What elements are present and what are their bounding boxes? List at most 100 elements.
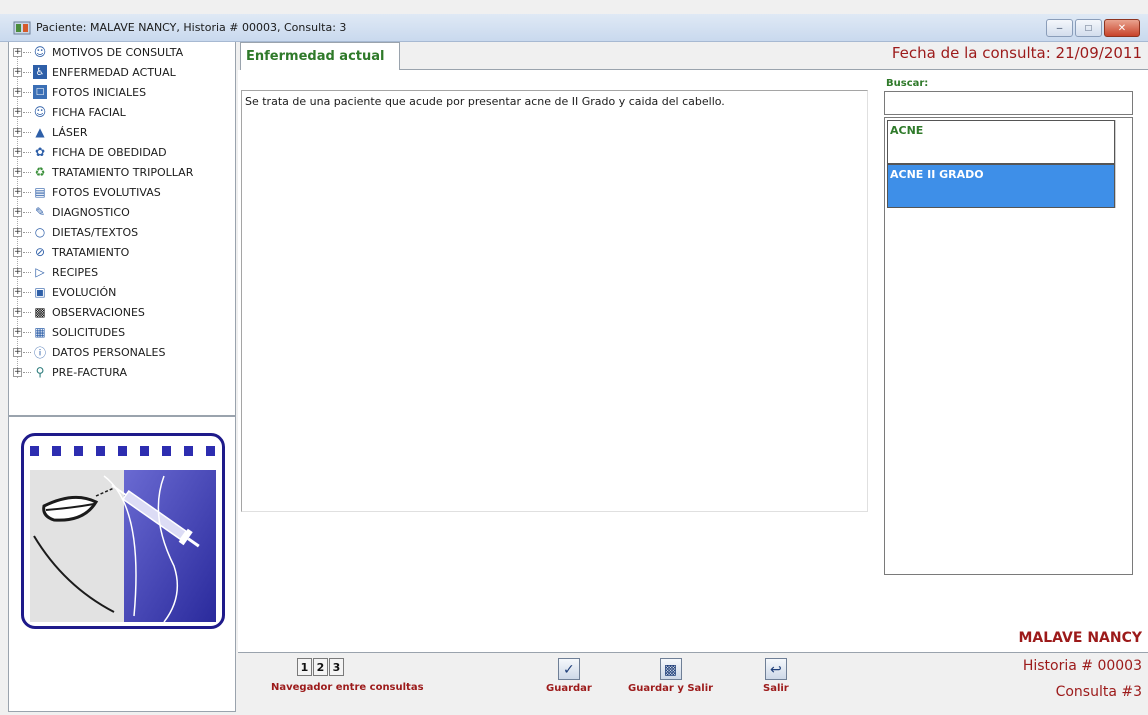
apple-icon: ○ [34,225,46,239]
tree-item-laser[interactable]: + ▲ LÁSER [13,122,87,142]
laser-icon: ▲ [35,125,45,139]
list-item[interactable]: ACNE [887,120,1115,164]
chart-icon: ▣ [34,285,46,299]
tree-item-recipes[interactable]: + ▷ RECIPES [13,262,98,282]
consulta-3-button[interactable]: 3 [329,658,344,676]
tree-item-tratamiento-tripollar[interactable]: + ♻ TRATAMIENTO TRIPOLLAR [13,162,193,182]
patient-name: MALAVE NANCY [1018,630,1142,646]
guardar-label: Guardar [546,683,592,694]
expand-icon[interactable]: + [13,247,22,257]
floppy-icon: ▩ [659,658,682,680]
tree-item-datos-personales[interactable]: + ⓘ DATOS PERSONALES [13,342,166,362]
salir-button[interactable]: ↩ Salir [763,658,789,694]
tree-item-fotos-evolutivas[interactable]: + ▤ FOTOS EVOLUTIVAS [13,182,161,202]
maximize-button[interactable]: □ [1075,19,1102,37]
consultation-navigator: 1 2 3 [297,658,344,676]
clinic-logo [21,433,225,629]
pencil-icon: ✎ [34,205,46,219]
guardar-button[interactable]: ✓ Guardar [546,658,592,694]
tree-item-label: TRATAMIENTO TRIPOLLAR [52,165,194,179]
guardar-y-salir-label: Guardar y Salir [628,683,714,694]
face-injection-illustration [30,446,216,623]
consulta-number: Consulta #3 [1055,684,1142,700]
buscar-label: Buscar: [886,78,929,89]
tree-item-label: FOTOS EVOLUTIVAS [52,185,161,199]
expand-icon[interactable]: + [13,227,22,237]
expand-icon[interactable]: + [13,187,22,197]
check-circle-icon: ⊘ [34,245,46,259]
tree-item-label: LÁSER [52,125,88,139]
tree-item-label: OBSERVACIONES [52,305,145,319]
expand-icon[interactable]: + [13,347,22,357]
tree-item-pre-factura[interactable]: + ⚲ PRE-FACTURA [13,362,127,382]
title-bar[interactable]: Paciente: MALAVE NANCY, Historia # 00003… [0,14,1148,42]
person-icon: ☺ [33,45,47,59]
application-window: Paciente: MALAVE NANCY, Historia # 00003… [0,0,1148,715]
tab-enfermedad-actual[interactable]: Enfermedad actual [240,42,400,70]
expand-icon[interactable]: + [13,167,22,177]
tree-item-ficha-de-obedidad[interactable]: + ✿ FICHA DE OBEDIDAD [13,142,167,162]
minimize-button[interactable]: – [1046,19,1073,37]
wheelchair-icon: ♿ [33,65,47,79]
tree-item-ficha-facial[interactable]: + ☺ FICHA FACIAL [13,102,126,122]
expand-icon[interactable]: + [13,327,22,337]
salir-label: Salir [763,683,789,694]
tree-item-observaciones[interactable]: + ▩ OBSERVACIONES [13,302,145,322]
expand-icon[interactable]: + [13,267,22,277]
diagnosis-list[interactable]: ACNE ACNE II GRADO [884,117,1133,575]
tree-item-enfermedad-actual[interactable]: + ♿ ENFERMEDAD ACTUAL [13,62,176,82]
consulta-1-button[interactable]: 1 [297,658,312,676]
tree-item-label: SOLICITUDES [52,325,126,339]
tree-item-motivos-de-consulta[interactable]: + ☺ MOTIVOS DE CONSULTA [13,42,183,62]
expand-icon[interactable]: + [13,47,22,57]
magnifier-icon: ⚲ [35,365,45,379]
search-input[interactable] [884,91,1133,115]
info-icon: ⓘ [33,345,46,360]
tree-item-label: DATOS PERSONALES [52,345,166,359]
list-scrollbar[interactable] [1115,120,1132,208]
expand-icon[interactable]: + [13,147,22,157]
tree-item-tratamiento[interactable]: + ⊘ TRATAMIENTO [13,242,129,262]
expand-icon[interactable]: + [13,207,22,217]
tree-item-dietas-textos[interactable]: + ○ DIETAS/TEXTOS [13,222,138,242]
expand-icon[interactable]: + [13,367,22,377]
navigator-label: Navegador entre consultas [271,682,424,693]
enfermedad-actual-textarea[interactable]: Se trata de una paciente que acude por p… [241,90,868,512]
window-controls: – □ ✕ [1046,19,1140,37]
tree-item-label: ENFERMEDAD ACTUAL [52,65,176,79]
tree-item-label: RECIPES [52,265,99,279]
tree-item-fotos-iniciales[interactable]: + □ FOTOS INICIALES [13,82,146,102]
tree-item-label: DIAGNOSTICO [52,205,130,219]
historia-number: Historia # 00003 [1022,658,1142,674]
tree-item-label: PRE-FACTURA [52,365,128,379]
tree-item-label: MOTIVOS DE CONSULTA [52,45,184,59]
observations-icon: ▩ [34,305,46,319]
navigation-tree: + ☺ MOTIVOS DE CONSULTA + ♿ ENFERMEDAD A… [8,42,236,416]
grid-icon: ▦ [34,325,46,339]
tree-item-label: DIETAS/TEXTOS [52,225,139,239]
tree-item-evolucion[interactable]: + ▣ EVOLUCIÓN [13,282,116,302]
expand-icon[interactable]: + [13,107,22,117]
tab-divider [400,69,1148,70]
exit-icon: ↩ [764,658,787,680]
check-icon: ✓ [557,658,580,680]
close-button[interactable]: ✕ [1104,19,1140,37]
consulta-2-button[interactable]: 2 [313,658,328,676]
bottom-divider [238,652,1148,653]
face-icon: ☺ [33,105,47,119]
tree-item-label: FOTOS INICIALES [52,85,147,99]
list-item-selected[interactable]: ACNE II GRADO [887,164,1115,208]
recycle-icon: ♻ [34,165,46,179]
expand-icon[interactable]: + [13,127,22,137]
expand-icon[interactable]: + [13,287,22,297]
window-title: Paciente: MALAVE NANCY, Historia # 00003… [36,21,347,34]
document-icon: ▤ [34,185,46,199]
expand-icon[interactable]: + [13,87,22,97]
app-icon [13,21,31,35]
guardar-y-salir-button[interactable]: ▩ Guardar y Salir [628,658,713,694]
tree-item-solicitudes[interactable]: + ▦ SOLICITUDES [13,322,125,342]
tree-item-label: TRATAMIENTO [52,245,130,259]
expand-icon[interactable]: + [13,67,22,77]
tree-item-diagnostico[interactable]: + ✎ DIAGNOSTICO [13,202,130,222]
expand-icon[interactable]: + [13,307,22,317]
